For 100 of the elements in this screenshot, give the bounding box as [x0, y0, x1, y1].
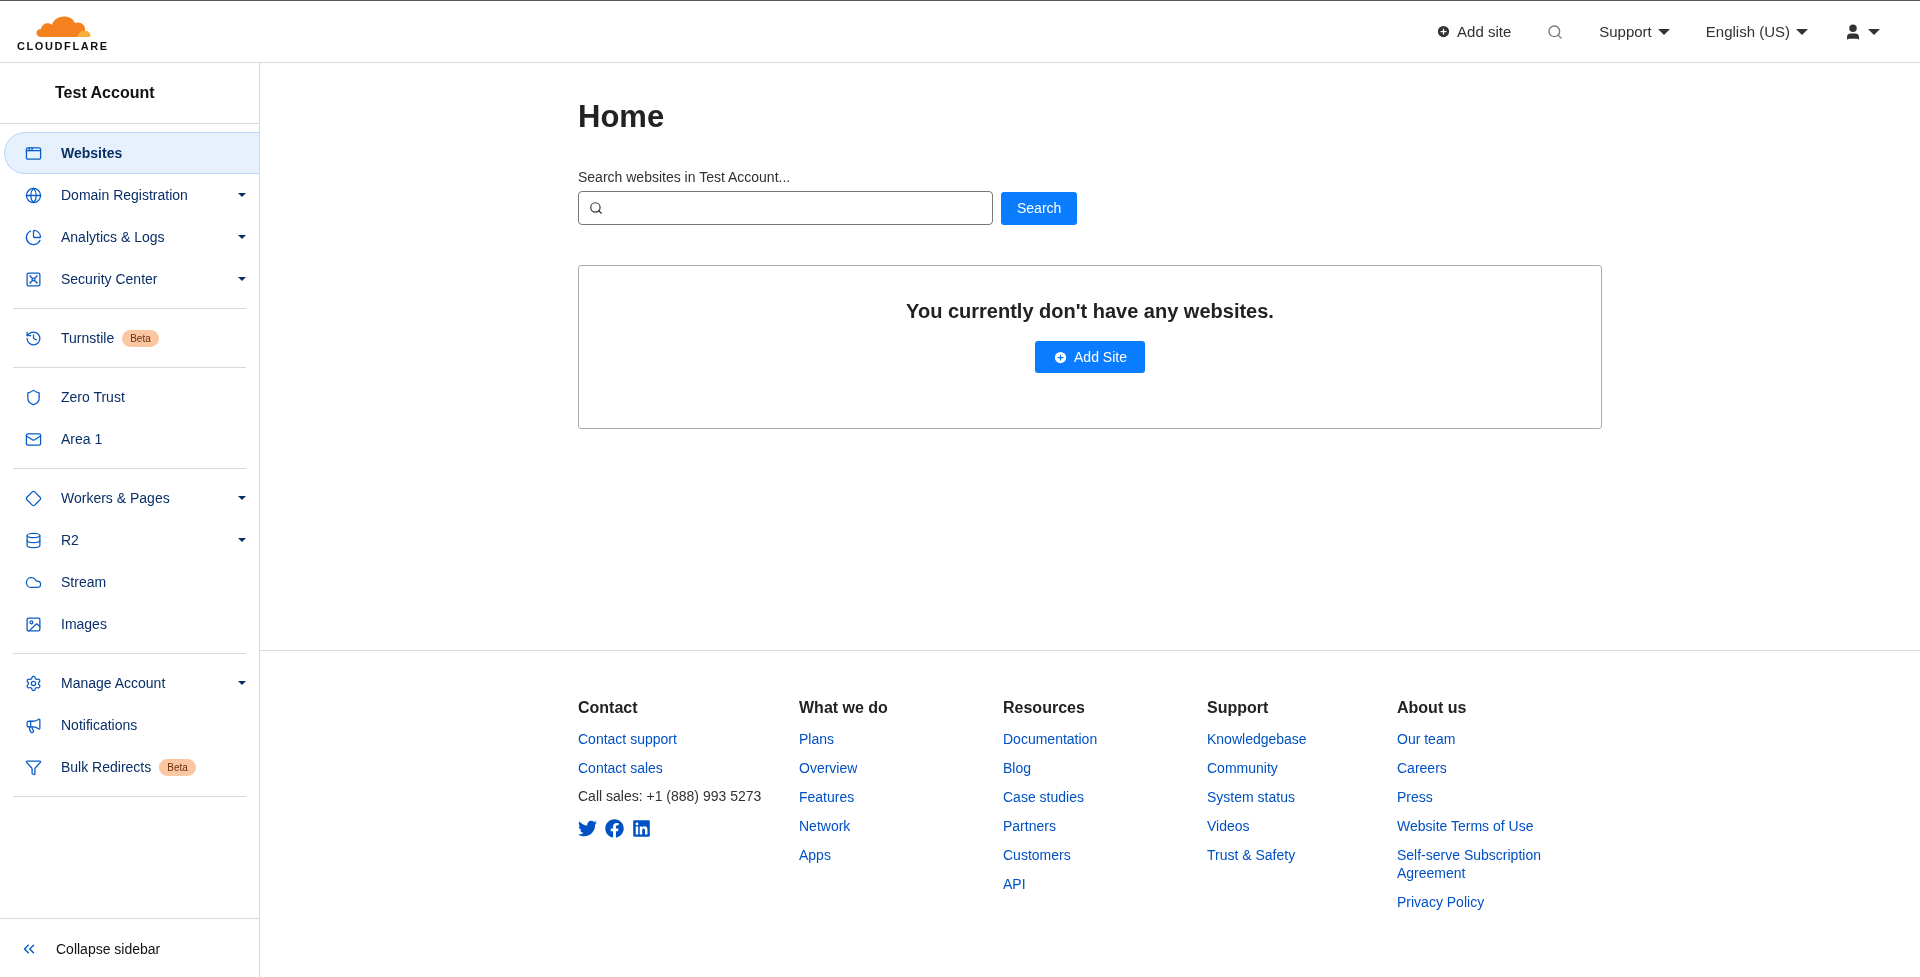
- sidebar-item[interactable]: Area 1: [4, 418, 259, 460]
- sidebar-item-label: Zero Trust: [61, 389, 125, 405]
- footer-link[interactable]: Blog: [1003, 759, 1032, 777]
- footer-link[interactable]: Contact support: [578, 730, 677, 748]
- beta-badge: Beta: [159, 758, 196, 776]
- footer-link[interactable]: Self-serve Subscription Agreement: [1397, 846, 1567, 882]
- add-site-button[interactable]: Add site: [1436, 19, 1512, 44]
- caret-icon: [238, 277, 246, 281]
- sidebar-item-label: Area 1: [61, 431, 103, 447]
- account-name: Test Account: [0, 63, 259, 124]
- caret-icon: [238, 538, 246, 542]
- diamond-icon: [25, 489, 42, 507]
- filter-icon: [25, 758, 42, 776]
- circular-arrow-icon: [25, 329, 42, 347]
- globe-icon: [25, 186, 42, 204]
- user-icon: [1844, 22, 1862, 41]
- beta-badge: Beta: [122, 329, 159, 347]
- footer-heading: Contact: [578, 699, 638, 717]
- sidebar-item-label: Turnstile: [61, 330, 115, 346]
- twitter-icon[interactable]: [578, 819, 597, 838]
- footer-link[interactable]: Press: [1397, 788, 1433, 806]
- megaphone-icon: [25, 716, 42, 734]
- page-title: Home: [578, 99, 666, 135]
- menu-dropdown[interactable]: English (US): [1705, 19, 1808, 44]
- footer-link[interactable]: Videos: [1207, 817, 1250, 835]
- footer-link[interactable]: Our team: [1397, 730, 1456, 748]
- search-icon: [589, 201, 603, 215]
- caret-icon: [238, 235, 246, 239]
- footer-link[interactable]: Overview: [799, 759, 858, 777]
- footer-link[interactable]: API: [1003, 875, 1026, 893]
- footer-heading: Support: [1207, 699, 1269, 717]
- sidebar-item-label: Domain Registration: [61, 187, 188, 203]
- sidebar-item[interactable]: Workers & Pages: [4, 477, 259, 519]
- footer-link[interactable]: Documentation: [1003, 730, 1098, 748]
- search-icon: [1547, 23, 1564, 40]
- sidebar-item-label: Security Center: [61, 271, 158, 287]
- caret-icon: [238, 681, 246, 685]
- footer-link[interactable]: Apps: [799, 846, 831, 864]
- caret-icon: [1868, 28, 1880, 35]
- footer-link[interactable]: Network: [799, 817, 851, 835]
- sidebar-item[interactable]: Zero Trust: [4, 376, 259, 418]
- add-site-button[interactable]: Add Site: [1035, 341, 1145, 373]
- linkedin-icon[interactable]: [632, 819, 651, 838]
- footer-heading: About us: [1397, 699, 1467, 717]
- footer-link[interactable]: Careers: [1397, 759, 1447, 777]
- database-icon: [25, 531, 42, 549]
- sidebar-item-label: Images: [61, 616, 107, 632]
- sidebar-item-label: Stream: [61, 574, 107, 590]
- sidebar-item[interactable]: Notifications: [4, 704, 259, 746]
- sidebar-item[interactable]: R2: [4, 519, 259, 561]
- footer-link[interactable]: Plans: [799, 730, 835, 748]
- footer-link[interactable]: Privacy Policy: [1397, 893, 1485, 911]
- sidebar-item[interactable]: Images: [4, 603, 259, 645]
- caret-icon: [1796, 28, 1808, 35]
- footer-link[interactable]: Contact sales: [578, 759, 663, 777]
- collapse-sidebar-button[interactable]: Collapse sidebar: [0, 918, 259, 977]
- empty-message: You currently don't have any websites.: [906, 300, 1274, 323]
- sidebar-item-label: R2: [61, 532, 79, 548]
- footer-link[interactable]: Community: [1207, 759, 1278, 777]
- footer-link[interactable]: Trust & Safety: [1207, 846, 1296, 864]
- sidebar-item-label: Analytics & Logs: [61, 229, 165, 245]
- safe-icon: [25, 270, 42, 288]
- footer-link[interactable]: Website Terms of Use: [1397, 817, 1534, 835]
- sidebar-item[interactable]: Manage Account: [4, 662, 259, 704]
- search-field[interactable]: [578, 191, 993, 225]
- brand-name: CLOUDFLARE: [17, 40, 109, 52]
- sidebar-item-label: Websites: [61, 145, 123, 161]
- sidebar-item[interactable]: Websites: [4, 132, 259, 174]
- sidebar-item-label: Bulk Redirects: [61, 759, 152, 775]
- footer-link[interactable]: Case studies: [1003, 788, 1084, 806]
- plus-icon: [1053, 349, 1069, 365]
- sidebar-item-label: Notifications: [61, 717, 138, 733]
- facebook-icon[interactable]: [605, 819, 624, 838]
- sidebar-item[interactable]: Domain Registration: [4, 174, 259, 216]
- caret-icon: [1657, 28, 1670, 35]
- caret-icon: [238, 496, 246, 500]
- footer-heading: Resources: [1003, 699, 1085, 717]
- sidebar-item[interactable]: Stream: [4, 561, 259, 603]
- footer-link[interactable]: Knowledgebase: [1207, 730, 1307, 748]
- image-icon: [25, 615, 42, 633]
- sales-phone: Call sales: +1 (888) 993 5273: [578, 788, 762, 804]
- footer-link[interactable]: Partners: [1003, 817, 1056, 835]
- sidebar-item[interactable]: Security Center: [4, 258, 259, 300]
- footer-link[interactable]: System status: [1207, 788, 1295, 806]
- sidebar-item-label: Workers & Pages: [61, 490, 170, 506]
- footer-heading: What we do: [799, 699, 888, 717]
- pie-chart-icon: [25, 228, 42, 246]
- footer-link[interactable]: Features: [799, 788, 855, 806]
- envelope-icon: [25, 430, 42, 448]
- search-label: Search websites in Test Account...: [578, 169, 792, 185]
- menu-dropdown[interactable]: Support: [1599, 19, 1670, 44]
- sidebar-item[interactable]: Bulk Redirects Beta: [4, 746, 259, 788]
- sidebar-item-label: Manage Account: [61, 675, 166, 691]
- search-button[interactable]: Search: [1001, 191, 1078, 225]
- sidebar-item[interactable]: Turnstile Beta: [4, 317, 259, 359]
- shield-icon: [25, 388, 42, 406]
- plus-icon: [1436, 24, 1452, 39]
- sidebar-item[interactable]: Analytics & Logs: [4, 216, 259, 258]
- browser-window-icon: [25, 144, 42, 162]
- footer-link[interactable]: Customers: [1003, 846, 1071, 864]
